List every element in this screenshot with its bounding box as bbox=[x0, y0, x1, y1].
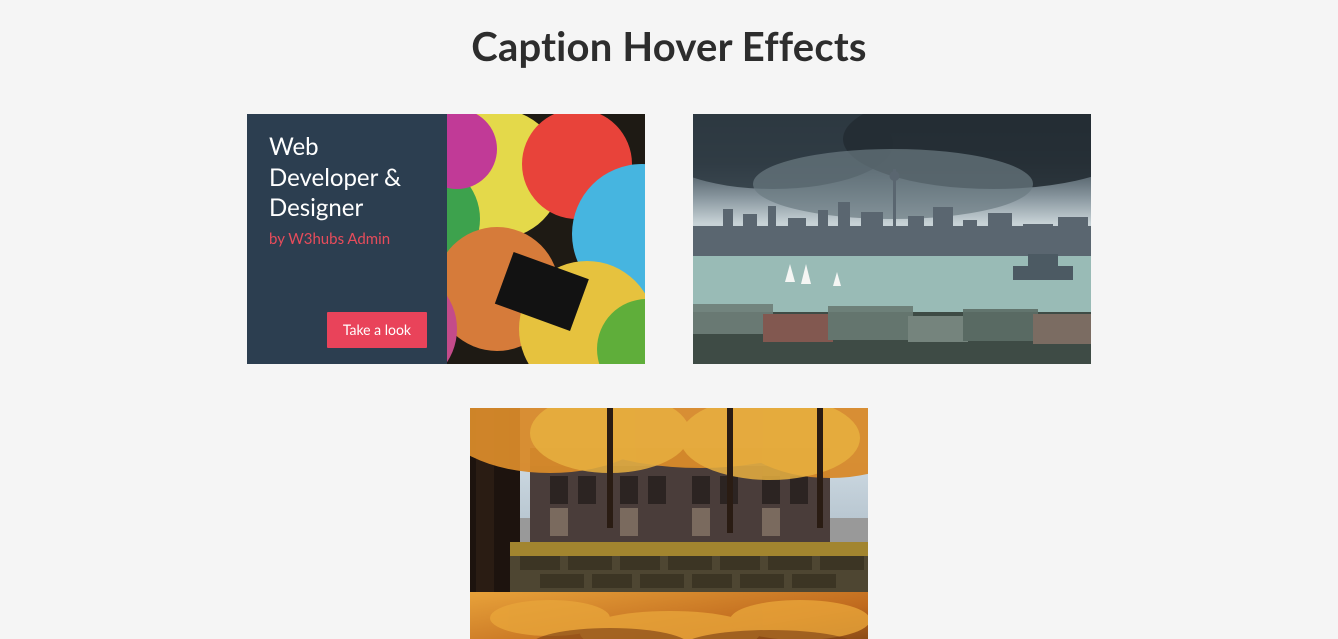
card-item[interactable] bbox=[470, 408, 868, 639]
take-a-look-button[interactable]: Take a look bbox=[327, 312, 427, 348]
card-caption-panel: Web Developer & Designer by W3hubs Admin… bbox=[247, 114, 447, 364]
caption-byline: by W3hubs Admin bbox=[269, 230, 427, 248]
card-grid: Web Developer & Designer by W3hubs Admin… bbox=[0, 114, 1338, 639]
card-item[interactable] bbox=[693, 114, 1091, 364]
card-item[interactable]: Web Developer & Designer by W3hubs Admin… bbox=[247, 114, 645, 364]
page-title: Caption Hover Effects bbox=[0, 22, 1338, 70]
card-image bbox=[693, 114, 1091, 364]
caption-title: Web Developer & Designer bbox=[269, 132, 427, 224]
card-image bbox=[470, 408, 868, 639]
